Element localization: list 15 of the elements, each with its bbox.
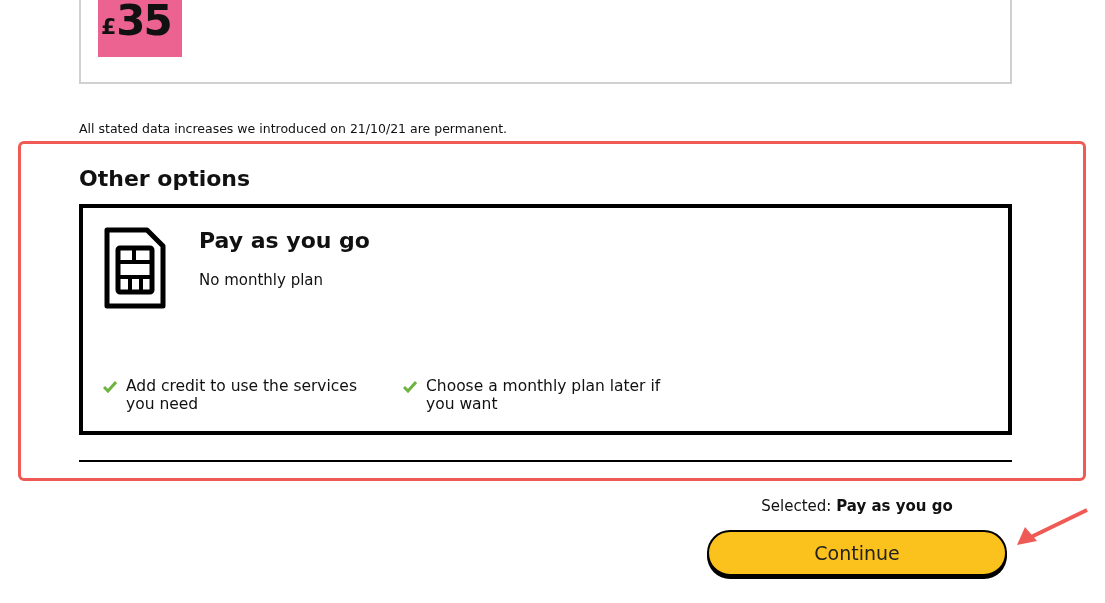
section-heading: Other options (79, 166, 252, 191)
option-title: Pay as you go (199, 228, 370, 253)
price-currency: £ (101, 14, 117, 39)
option-subtitle: No monthly plan (199, 271, 325, 289)
price-amount: 35 (116, 0, 171, 42)
feature-text: Add credit to use the services you need (126, 377, 358, 413)
check-icon (103, 381, 117, 393)
option-card[interactable]: Pay as you go No monthly plan Add credit to use the services you need Choose a monthly plan later if you want (79, 204, 1012, 435)
sim-card-icon (103, 226, 167, 310)
arrow-icon (1015, 508, 1089, 548)
selection-summary: Selected: Pay as you go (760, 497, 954, 515)
footnote-text: All stated data increases we introduced on 21/10/21 are permanent. (79, 121, 508, 136)
continue-button[interactable]: Continue (707, 530, 1007, 576)
check-icon (403, 381, 417, 393)
feature-text: Choose a monthly plan later if you want (426, 377, 662, 413)
